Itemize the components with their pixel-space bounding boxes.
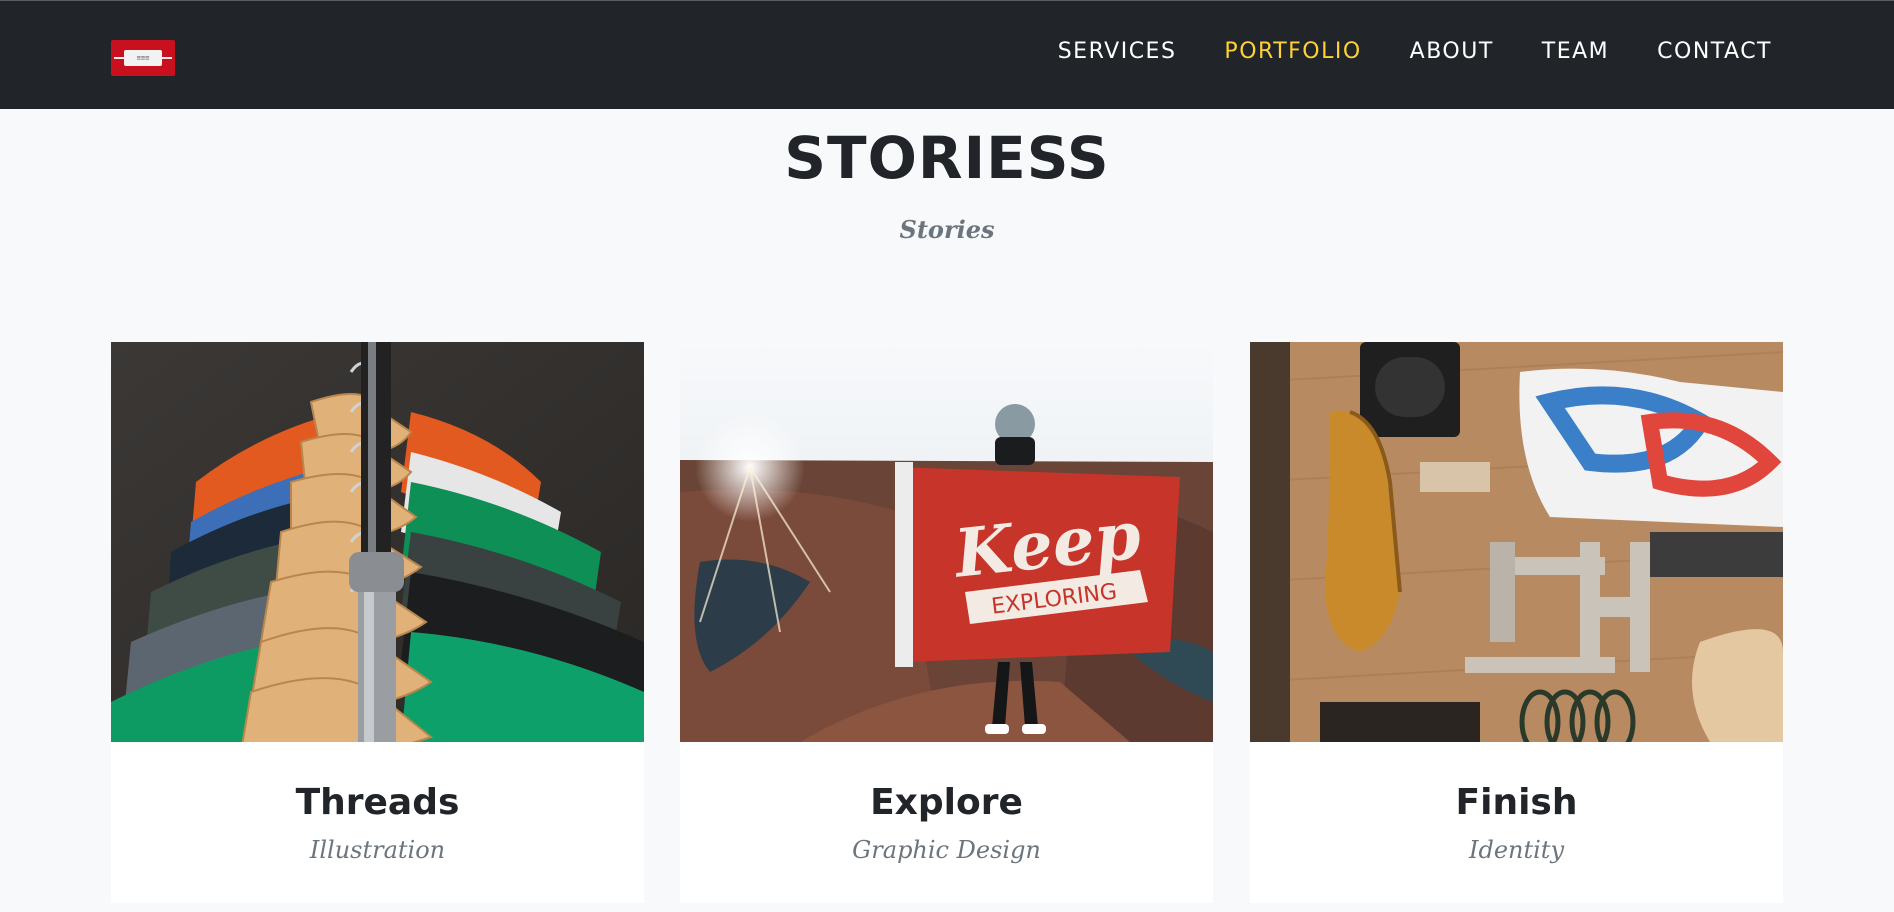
- portfolio-title: Explore: [870, 782, 1023, 823]
- nav-item-team[interactable]: TEAM: [1542, 39, 1609, 64]
- portfolio-category: Identity: [1468, 836, 1565, 864]
- portfolio-caption-explore: Explore Graphic Design: [680, 742, 1213, 903]
- brand-logo[interactable]: ≡≡≡: [111, 40, 175, 76]
- portfolio-category: Graphic Design: [852, 836, 1041, 864]
- main-nav: SERVICES PORTFOLIO ABOUT TEAM CONTACT: [1058, 39, 1772, 64]
- portfolio-image-explore[interactable]: Keep EXPLORING: [680, 342, 1213, 742]
- portfolio-title: Finish: [1455, 782, 1578, 823]
- logo-tag: ≡≡≡: [124, 50, 162, 66]
- portfolio-caption-finish: Finish Identity: [1250, 742, 1783, 903]
- navbar: ≡≡≡ SERVICES PORTFOLIO ABOUT TEAM CONTAC…: [0, 0, 1894, 109]
- portfolio-category: Illustration: [309, 836, 446, 864]
- section-subheading: Stories: [899, 215, 995, 244]
- portfolio-caption-threads: Threads Illustration: [111, 742, 644, 903]
- section-heading: STORIESS: [784, 124, 1110, 192]
- nav-item-portfolio[interactable]: PORTFOLIO: [1224, 39, 1361, 64]
- nav-item-services[interactable]: SERVICES: [1058, 39, 1177, 64]
- portfolio-card-explore[interactable]: Keep EXPLORING Explore Graphic Design: [680, 342, 1213, 903]
- nav-item-about[interactable]: ABOUT: [1410, 39, 1494, 64]
- portfolio-image-finish[interactable]: [1250, 342, 1783, 742]
- portfolio-card-threads[interactable]: Threads Illustration: [111, 342, 644, 903]
- portfolio-title: Threads: [295, 782, 460, 823]
- portfolio-image-threads[interactable]: [111, 342, 644, 742]
- logo-cord-left: [114, 57, 124, 59]
- nav-item-contact[interactable]: CONTACT: [1657, 39, 1772, 64]
- portfolio-card-finish[interactable]: Finish Identity: [1250, 342, 1783, 903]
- logo-cord-right: [162, 57, 172, 59]
